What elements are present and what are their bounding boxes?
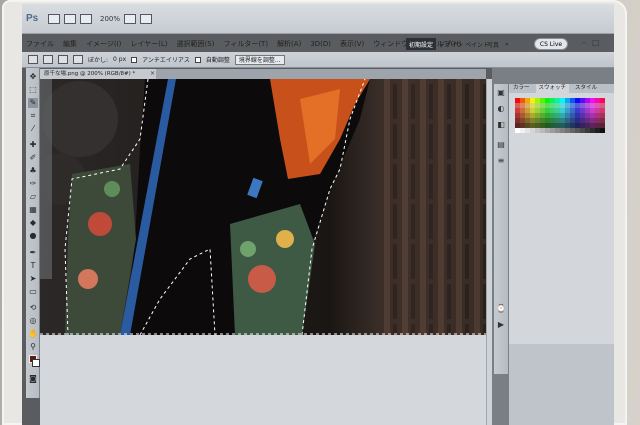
options-bar: ぼかし: 0 px アンチエイリアス 自動調整 境界線を調整...	[22, 52, 614, 68]
subtract-selection-icon[interactable]	[73, 55, 83, 64]
antialias-checkbox[interactable]	[131, 56, 138, 63]
minimize-icon[interactable]: –	[582, 38, 586, 47]
rectangle-tool-icon[interactable]: ▭	[28, 287, 38, 297]
photoshop-window: Ps 200% ファイル 編集 イメージ(I) レイヤー(L) 選択範囲(S) フィルター…	[22, 4, 614, 425]
wood-wall	[380, 79, 486, 335]
marquee-tool-icon[interactable]: ⬚	[28, 85, 38, 95]
tab-color[interactable]: カラー	[513, 84, 530, 93]
document-tab-bar: 原千な場.png @ 200% (RGB/8#) * ×	[38, 69, 486, 79]
workspace-essentials-button[interactable]: 初期設定	[406, 38, 437, 50]
bridge-icon[interactable]	[48, 13, 60, 24]
clone-stamp-tool-icon[interactable]: ♣	[28, 166, 38, 176]
flower	[276, 230, 294, 248]
menu-item-2[interactable]: イメージ(I)	[86, 39, 121, 49]
tab-swatches[interactable]: スウォッチ	[535, 84, 570, 93]
menu-item-4[interactable]: 選択範囲(S)	[177, 39, 215, 49]
menu-item-1[interactable]: 編集	[63, 39, 77, 49]
feather-label: ぼかし:	[88, 57, 109, 64]
new-selection-icon[interactable]	[43, 55, 53, 64]
actions-panel-icon[interactable]: ▶	[496, 320, 506, 330]
menu-item-6[interactable]: 解析(A)	[277, 39, 301, 49]
quick-mask-icon[interactable]: ◙	[28, 374, 38, 384]
menu-item-3[interactable]: レイヤー(L)	[130, 39, 167, 49]
zoom-tool-icon[interactable]: ⚲	[28, 342, 38, 352]
type-tool-icon[interactable]: T	[28, 261, 38, 271]
zoom-level[interactable]: 200%	[100, 15, 120, 23]
tools-panel: ✥ ⬚ ✎ ⌗ ⁄ ✚ ✐ ♣ ✑ ▱ ▦ ◆ ● ✒ T ➤ ▭ ⟲ ◎ ✋ …	[26, 68, 40, 398]
crop-tool-icon[interactable]: ⌗	[28, 111, 38, 121]
3d-orbit-tool-icon[interactable]: ◎	[28, 316, 38, 326]
panel-icon-strip: ▣ ◐ ◧ ▤ ≡ ⌚ ▶	[494, 84, 508, 374]
canvas-pasteboard	[40, 335, 486, 425]
pen-tool-icon[interactable]: ✒	[28, 248, 38, 258]
menu-item-7[interactable]: 3D(D)	[310, 40, 331, 48]
mini-bridge-icon[interactable]	[64, 13, 76, 24]
antialias-label: アンチエイリアス	[142, 57, 190, 64]
quick-selection-tool-icon[interactable]: ✎	[28, 98, 38, 108]
menu-item-0[interactable]: ファイル	[26, 39, 54, 49]
layers-panel-icon[interactable]: ▤	[496, 140, 506, 150]
auto-enhance-label: 自動調整	[205, 57, 230, 64]
hand-view-icon[interactable]	[124, 13, 137, 24]
add-to-selection-icon[interactable]	[58, 55, 68, 64]
flower	[248, 265, 276, 293]
view-extras-icon[interactable]	[80, 13, 92, 24]
color-panel-icon[interactable]: ▣	[496, 88, 506, 98]
flower	[78, 269, 98, 289]
brush-tool-icon[interactable]: ✐	[28, 153, 38, 163]
workspace-photo-button[interactable]: 写真	[484, 38, 502, 50]
maximize-icon[interactable]: □	[592, 38, 600, 47]
flower	[88, 212, 112, 236]
tab-styles[interactable]: スタイル	[575, 84, 597, 93]
cs-live-button[interactable]: CS Live	[534, 38, 568, 50]
leaf	[104, 181, 120, 197]
menu-item-8[interactable]: 表示(V)	[340, 39, 364, 49]
auto-enhance-checkbox[interactable]	[194, 56, 201, 63]
blur-tool-icon[interactable]: ◆	[28, 218, 38, 228]
menu-item-5[interactable]: フィルター(T)	[223, 39, 268, 49]
background-color-swatch[interactable]	[32, 359, 40, 367]
tool-preset-icon[interactable]	[28, 55, 38, 64]
eyedropper-tool-icon[interactable]: ⁄	[28, 124, 38, 134]
refine-edge-button[interactable]: 境界線を調整...	[234, 54, 285, 65]
canvas-image	[40, 79, 486, 335]
gradient-tool-icon[interactable]: ▦	[28, 205, 38, 215]
3d-rotate-tool-icon[interactable]: ⟲	[28, 303, 38, 313]
application-bar: Ps 200%	[22, 4, 614, 34]
healing-brush-tool-icon[interactable]: ✚	[28, 140, 38, 150]
leaf	[240, 241, 256, 257]
hand-tool-icon[interactable]: ✋	[28, 329, 38, 339]
feather-input[interactable]: 0 px	[113, 56, 126, 63]
dodge-tool-icon[interactable]: ●	[28, 231, 38, 241]
swatches-panel: カラー スウォッチ スタイル	[509, 84, 614, 344]
adjustments-panel-icon[interactable]: ◐	[496, 104, 506, 114]
move-tool-icon[interactable]: ✥	[28, 72, 38, 82]
panel-dock-lower	[509, 344, 614, 425]
document-canvas[interactable]	[40, 79, 486, 335]
photoshop-logo: Ps	[26, 13, 39, 24]
document-tab[interactable]: 原千な場.png @ 200% (RGB/8#) *	[38, 69, 156, 79]
swatch-grid	[515, 98, 605, 133]
history-panel-icon[interactable]: ⌚	[496, 304, 506, 314]
eraser-tool-icon[interactable]: ▱	[28, 192, 38, 202]
swatches-panel-tabs: カラー スウォッチ スタイル	[509, 84, 614, 93]
close-tab-icon[interactable]: ×	[150, 69, 155, 79]
workspace-more-button[interactable]: »	[502, 38, 512, 50]
window-controls: – □	[582, 38, 600, 47]
color-swatch[interactable]	[600, 128, 605, 133]
arrange-documents-icon[interactable]	[140, 13, 153, 24]
channels-panel-icon[interactable]: ≡	[496, 156, 506, 166]
masks-panel-icon[interactable]: ◧	[496, 120, 506, 130]
floral-sleeve-right	[230, 204, 315, 335]
history-brush-tool-icon[interactable]: ✑	[28, 179, 38, 189]
bokeh-circle	[42, 81, 118, 157]
path-selection-tool-icon[interactable]: ➤	[28, 274, 38, 284]
pole	[40, 79, 52, 279]
